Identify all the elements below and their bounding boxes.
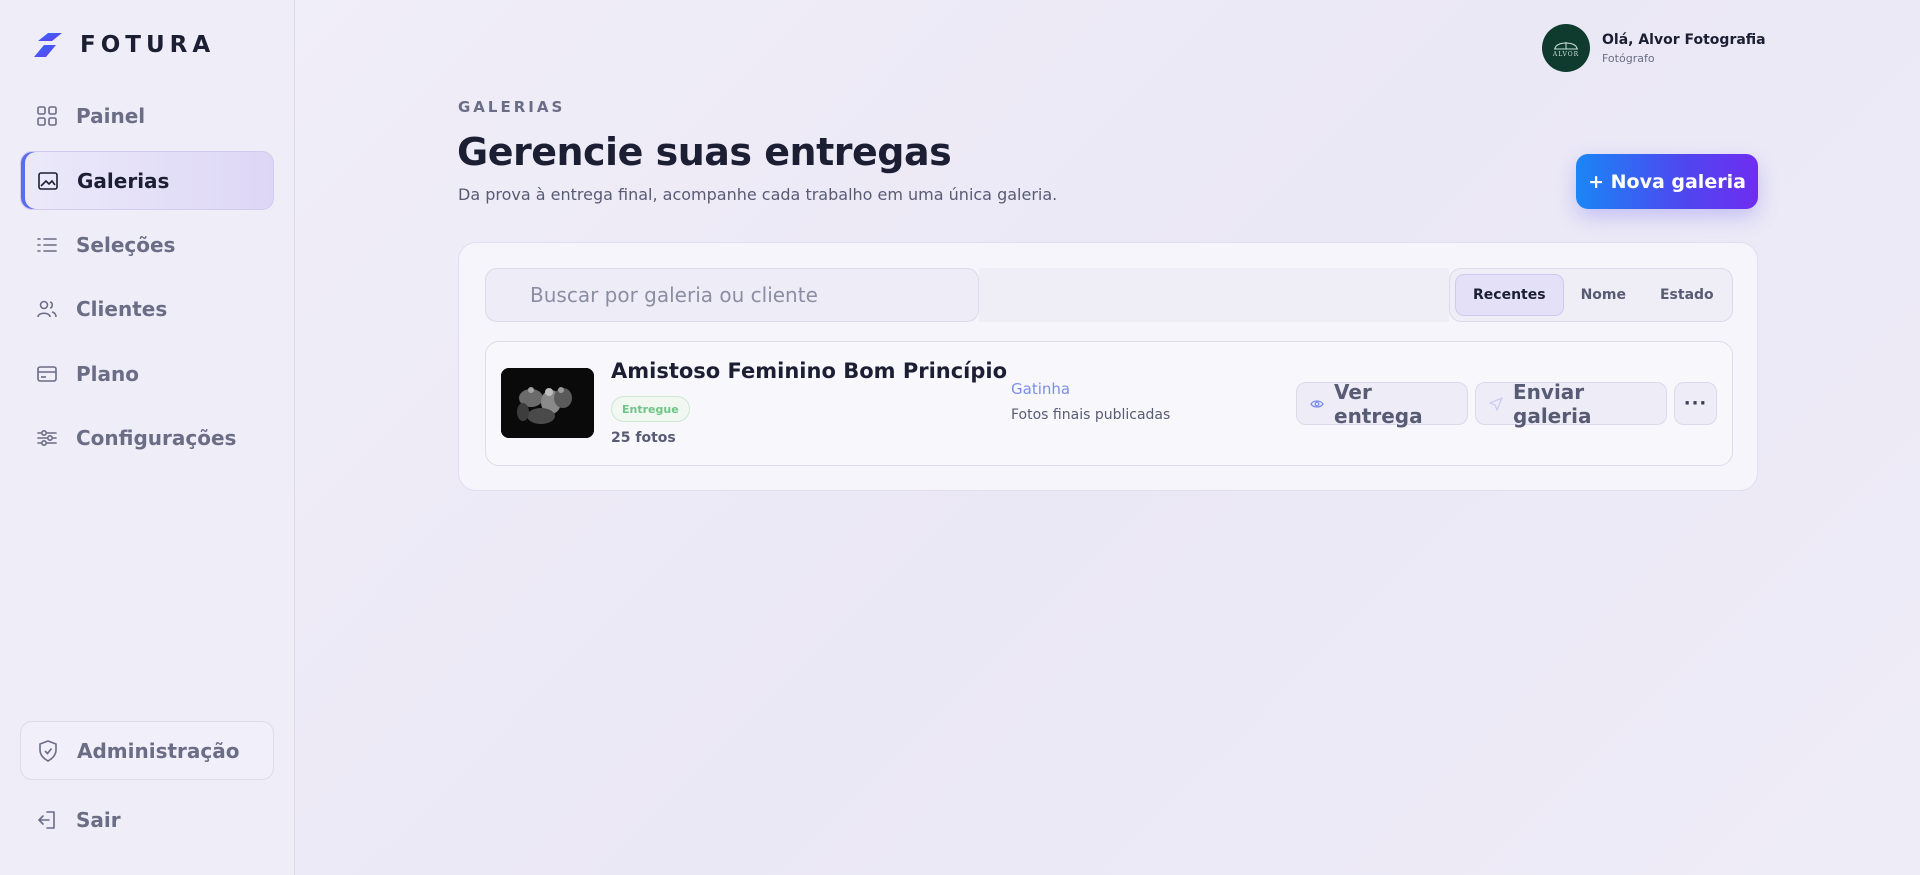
sliders-icon: [36, 427, 58, 449]
brand-logo[interactable]: FOTURA: [32, 31, 215, 59]
sidebar-item-label: Clientes: [76, 296, 168, 321]
search-box[interactable]: [485, 268, 979, 322]
sidebar-item-label: Configurações: [76, 425, 237, 450]
sidebar-item-plano[interactable]: Plano: [20, 344, 274, 403]
sidebar: FOTURA Painel Galerias Seleções Clientes…: [0, 0, 295, 875]
search-input[interactable]: [530, 283, 978, 307]
send-icon: [1489, 396, 1503, 411]
sidebar-item-selecoes[interactable]: Seleções: [20, 215, 274, 274]
new-gallery-button[interactable]: + Nova galeria: [1576, 154, 1758, 209]
sort-segmented-control: Recentes Nome Estado: [1449, 268, 1733, 322]
gallery-thumbnail[interactable]: [501, 368, 594, 438]
page-subtitle: Da prova à entrega final, acompanhe cada…: [458, 185, 1058, 204]
page-title: Gerencie suas entregas: [457, 130, 952, 174]
toolbar-strip: [979, 268, 1449, 322]
avatar: ALVOR: [1542, 24, 1590, 72]
list-icon: [36, 234, 58, 256]
send-gallery-label: Enviar galeria: [1513, 379, 1592, 428]
sidebar-item-label: Galerias: [77, 168, 170, 193]
user-greeting: Olá, Alvor Fotografia: [1602, 31, 1766, 48]
status-badge: Entregue: [611, 396, 690, 422]
image-icon: [37, 170, 59, 192]
galleries-panel: Recentes Nome Estado Amistoso Feminino B…: [458, 242, 1758, 491]
user-role: Fotógrafo: [1602, 51, 1655, 65]
sidebar-item-sair[interactable]: Sair: [20, 790, 274, 849]
camera-arch-icon: [1554, 42, 1578, 50]
sidebar-item-label: Painel: [76, 103, 146, 128]
send-gallery-button[interactable]: Enviar galeria: [1475, 379, 1667, 428]
sidebar-item-galerias[interactable]: Galerias: [20, 151, 274, 210]
more-options-button[interactable]: ···: [1674, 382, 1717, 425]
gallery-title[interactable]: Amistoso Feminino Bom Princípio: [611, 359, 1007, 383]
view-delivery-button[interactable]: Ver entrega: [1296, 379, 1468, 428]
page-eyebrow: GALERIAS: [458, 98, 566, 116]
sidebar-item-administracao[interactable]: Administração: [20, 721, 274, 780]
sidebar-item-configuracoes[interactable]: Configurações: [20, 408, 274, 467]
client-name: Gatinha: [1011, 380, 1071, 398]
brand-name: FOTURA: [80, 32, 216, 58]
shield-icon: [37, 739, 59, 762]
grid-icon: [36, 105, 58, 127]
sort-option-recentes[interactable]: Recentes: [1455, 274, 1564, 316]
photo-count: 25 fotos: [611, 430, 676, 446]
fotura-logo-icon: [34, 33, 62, 57]
sidebar-item-painel[interactable]: Painel: [20, 86, 274, 145]
card-icon: [36, 363, 58, 385]
gallery-status: Fotos finais publicadas: [1011, 407, 1171, 423]
sidebar-item-clientes[interactable]: Clientes: [20, 279, 274, 338]
gallery-row[interactable]: Amistoso Feminino Bom Princípio Entregue…: [485, 341, 1733, 466]
user-menu[interactable]: ALVOR Olá, Alvor Fotografia Fotógrafo: [1542, 24, 1766, 72]
sidebar-item-label: Plano: [76, 361, 139, 386]
sidebar-item-label: Sair: [76, 807, 121, 832]
avatar-text: ALVOR: [1552, 51, 1580, 58]
more-icon: ···: [1683, 393, 1708, 414]
eye-icon: [1310, 399, 1324, 409]
view-delivery-label: Ver entrega: [1334, 379, 1423, 428]
photo-thumbnail-image: [501, 368, 594, 438]
sidebar-item-label: Seleções: [76, 232, 176, 257]
users-icon: [36, 298, 58, 320]
user-info: Olá, Alvor Fotografia Fotógrafo: [1602, 32, 1766, 65]
sort-option-nome[interactable]: Nome: [1564, 274, 1643, 316]
sort-option-estado[interactable]: Estado: [1643, 274, 1731, 316]
sidebar-item-label: Administração: [77, 738, 240, 763]
logout-icon: [36, 809, 58, 831]
